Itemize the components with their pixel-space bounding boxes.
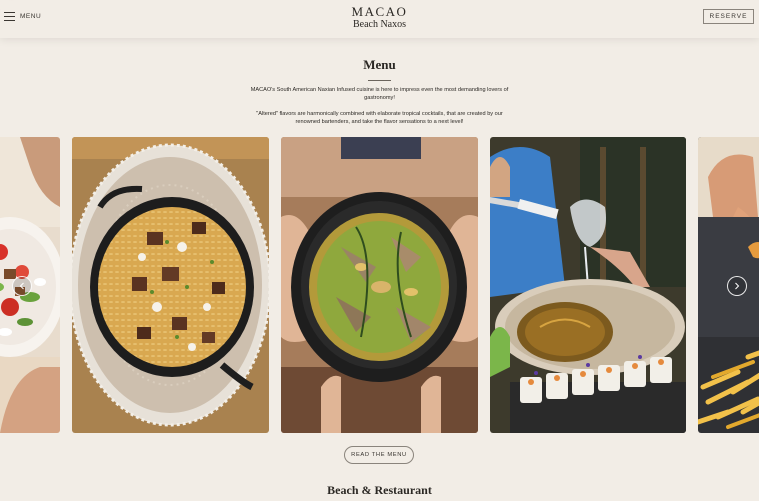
brand-logo[interactable]: MACAO Beach Naxos (0, 5, 759, 31)
beach-restaurant-title: Beach & Restaurant (327, 483, 432, 497)
menu-description-1: MACAO's South American Naxian Infused cu… (250, 87, 509, 101)
carousel-prev-button[interactable] (12, 276, 32, 296)
wine-sushi-photo (490, 137, 686, 433)
title-divider (368, 80, 391, 81)
carousel-slide-seafood[interactable] (281, 137, 478, 433)
chevron-right-icon (735, 282, 740, 290)
seafood-stew-photo (281, 137, 478, 433)
carousel-slide-wine-sushi[interactable] (490, 137, 686, 433)
brand-subtitle: Beach Naxos (352, 19, 407, 30)
page: MENU MACAO Beach Naxos RESERVE Menu MACA… (0, 0, 759, 501)
carousel-slide-orzo[interactable] (72, 137, 269, 433)
site-header: MENU MACAO Beach Naxos RESERVE (0, 0, 759, 38)
read-menu-button[interactable]: READ THE MENU (344, 446, 414, 464)
carousel-next-button[interactable] (727, 276, 747, 296)
menu-section-title: Menu (363, 57, 396, 72)
food-carousel[interactable] (0, 137, 759, 433)
orzo-pan-photo (72, 137, 269, 433)
menu-description-2: "Altered" flavors are harmonically combi… (256, 111, 503, 125)
chevron-left-icon (19, 282, 24, 290)
brand-name: MACAO (351, 4, 408, 19)
reserve-button[interactable]: RESERVE (703, 9, 754, 24)
